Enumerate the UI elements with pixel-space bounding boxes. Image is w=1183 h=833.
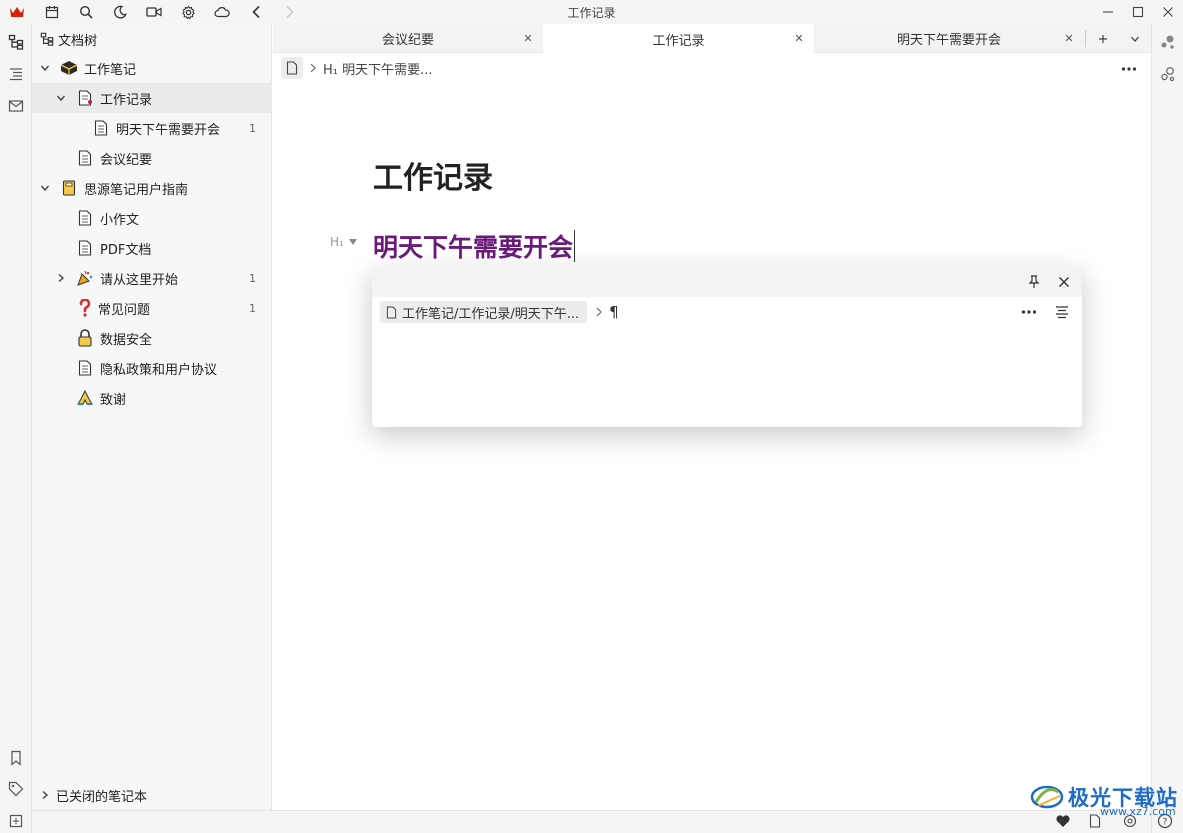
document-icon [76, 149, 94, 167]
question-icon [76, 299, 94, 317]
doc-essay[interactable]: 小作文 [32, 203, 272, 233]
close-icon[interactable]: ✕ [792, 31, 806, 45]
document-icon[interactable] [281, 57, 303, 79]
document-icon [386, 305, 397, 319]
svg-text:?: ? [1163, 818, 1168, 828]
title-bar: 工作记录 [0, 0, 1183, 24]
document-edit-icon [76, 89, 94, 107]
popup-path[interactable]: 工作笔记/工作记录/明天下午... [380, 301, 588, 323]
bookmark-icon[interactable] [6, 748, 26, 768]
right-dock [1151, 24, 1183, 833]
dock-toggle-icon[interactable] [6, 811, 26, 831]
chevron-right-icon [309, 63, 317, 73]
forward-icon[interactable] [280, 2, 300, 22]
closed-notebooks-label: 已关闭的笔记本 [56, 789, 148, 805]
tab-meeting-minutes[interactable]: 会议纪要 ✕ [273, 24, 543, 53]
popup-breadcrumb: 工作笔记/工作记录/明天下午... ¶ [380, 301, 619, 323]
doc-tree-header: 文档树 [32, 24, 272, 54]
breadcrumb-heading[interactable]: H₁ 明天下午需要... [323, 59, 433, 78]
doc-start-here[interactable]: 请从这里开始 1 [32, 263, 272, 293]
tab-work-record[interactable]: 工作记录 ✕ [543, 24, 814, 54]
doc-tree-icon [40, 32, 54, 46]
doc-faq[interactable]: 常见问题 1 [32, 293, 272, 323]
doc-privacy-policy[interactable]: 隐私政策和用户协议 [32, 353, 272, 383]
close-icon[interactable]: ✕ [1062, 31, 1076, 45]
tab-meeting-tomorrow[interactable]: 明天下午需要开会 ✕ [814, 24, 1084, 53]
status-bar [32, 810, 1151, 833]
document-icon [76, 239, 94, 257]
watermark-url: www.xz7.com [1100, 805, 1176, 818]
doc-thanks[interactable]: 致谢 [32, 383, 272, 413]
document-icon [92, 119, 110, 137]
file-tree-icon[interactable] [6, 32, 26, 52]
close-icon[interactable]: ✕ [521, 31, 535, 45]
doc-tree-title: 文档树 [58, 33, 98, 49]
notebook-box-icon [60, 59, 78, 77]
popup-header [372, 267, 1082, 297]
doc-pdf[interactable]: PDF文档 [32, 233, 272, 263]
paragraph-mark[interactable]: ¶ [609, 303, 619, 321]
moon-icon[interactable] [110, 2, 130, 22]
breadcrumb: H₁ 明天下午需要... [281, 57, 433, 79]
chevron-down-icon[interactable] [54, 91, 68, 105]
tab-divider [1085, 30, 1086, 47]
close-window-button[interactable] [1152, 0, 1183, 24]
editor-area[interactable]: H₁ 明天下午需要... 工作记录 H₁ 明天下午需要开会 [273, 53, 1151, 810]
back-icon[interactable] [246, 2, 266, 22]
video-icon[interactable] [144, 2, 164, 22]
pin-icon[interactable] [1024, 272, 1044, 292]
chevron-down-icon[interactable] [38, 181, 52, 195]
doc-tree-panel: 文档树 工作笔记 工作记录 明天下午需要开会 1 会议纪要 思源笔记用户指南 小… [32, 24, 272, 810]
block-preview-popup: 工作笔记/工作记录/明天下午... ¶ [372, 267, 1082, 427]
gear-icon[interactable] [178, 2, 198, 22]
chevron-right-icon [595, 307, 603, 317]
heart-icon[interactable] [1055, 814, 1071, 832]
new-tab-icon[interactable] [1093, 29, 1113, 49]
outline-icon[interactable] [6, 64, 26, 84]
watermark-logo-icon [1030, 782, 1064, 812]
closed-notebooks[interactable]: 已关闭的笔记本 [32, 780, 272, 810]
minimize-button[interactable] [1092, 0, 1124, 24]
document-icon [76, 359, 94, 377]
chevron-down-icon[interactable] [38, 61, 52, 75]
cloud-icon[interactable] [212, 2, 232, 22]
doc-work-record[interactable]: 工作记录 [32, 83, 272, 113]
doc-data-security[interactable]: 数据安全 [32, 323, 272, 353]
document-title[interactable]: 工作记录 [373, 153, 493, 197]
calendar-icon[interactable] [42, 2, 62, 22]
inbox-icon[interactable] [6, 96, 26, 116]
left-dock [0, 24, 32, 833]
praying-hands-icon [76, 389, 94, 407]
fold-triangle-icon[interactable] [348, 238, 358, 246]
document-icon [76, 209, 94, 227]
chevron-right-icon[interactable] [38, 788, 52, 802]
heading-gutter[interactable]: H₁ [330, 235, 358, 249]
more-icon[interactable] [1019, 302, 1039, 322]
global-graph-icon[interactable] [1158, 64, 1178, 84]
party-popper-icon [76, 269, 94, 287]
search-icon[interactable] [76, 2, 96, 22]
ref-count: 1 [249, 121, 256, 135]
tab-bar: 会议纪要 ✕ 工作记录 ✕ 明天下午需要开会 ✕ [273, 24, 1151, 54]
ref-count: 1 [249, 271, 256, 285]
align-center-icon[interactable] [1052, 302, 1072, 322]
graph-icon[interactable] [1158, 32, 1178, 52]
doc-meeting-minutes[interactable]: 会议纪要 [32, 143, 272, 173]
ref-count: 1 [249, 301, 256, 315]
maximize-button[interactable] [1122, 0, 1154, 24]
text-caret [574, 230, 576, 262]
doc-meeting-tomorrow[interactable]: 明天下午需要开会 1 [32, 113, 272, 143]
lock-icon [76, 329, 94, 347]
heading-block[interactable]: 明天下午需要开会 [373, 228, 576, 264]
more-icon[interactable] [1121, 61, 1137, 76]
chevron-right-icon[interactable] [54, 271, 68, 285]
close-icon[interactable] [1054, 272, 1074, 292]
notebook-user-guide[interactable]: 思源笔记用户指南 [32, 173, 272, 203]
chevron-down-icon[interactable] [1125, 29, 1145, 49]
notebook-work[interactable]: 工作笔记 [32, 53, 272, 83]
book-icon [60, 179, 78, 197]
app-logo-icon[interactable] [7, 2, 27, 22]
tag-icon[interactable] [6, 779, 26, 799]
